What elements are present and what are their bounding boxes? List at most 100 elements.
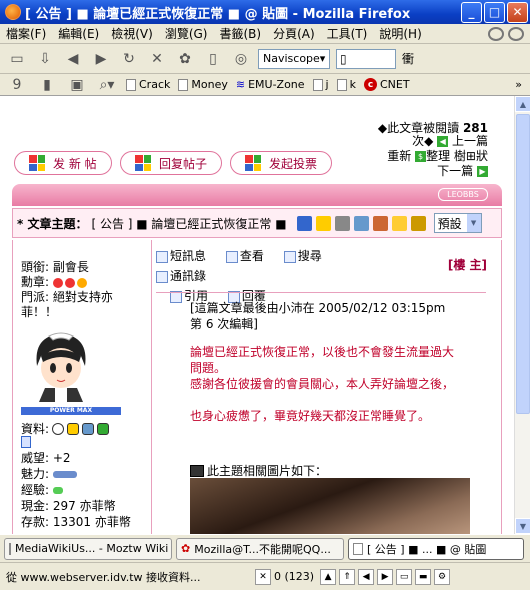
view-profile-button[interactable]: 查看: [225, 249, 272, 263]
image-intro: 此主題相關圖片如下：: [190, 462, 327, 479]
tab-mozilla[interactable]: ✿ Mozilla@T...不能開呢QQ...: [176, 537, 344, 560]
favorite-star-icon[interactable]: [391, 215, 407, 231]
bookmarks-overflow[interactable]: »: [515, 78, 530, 91]
vertical-scrollbar[interactable]: ▲ ▼: [514, 96, 530, 534]
scroll-up-icon[interactable]: ▲: [320, 568, 337, 585]
close-button[interactable]: ✕: [507, 1, 528, 23]
bookmark-k[interactable]: k: [336, 78, 356, 91]
attached-photo[interactable]: [190, 478, 470, 534]
title-bar: [ 公告 ] ■ 論壇已經正式恢復正常 ■ @ 貼圖 - Mozilla Fir…: [0, 0, 530, 24]
bookmark-crack[interactable]: Crack: [126, 78, 170, 91]
user-stats: 威望: +2 魅力: 經驗: 現金: 297 亦菲幣 存款: 13301 亦菲幣: [21, 450, 131, 530]
page-icon: [9, 542, 11, 555]
new-poll-button[interactable]: 发起投票: [230, 151, 333, 175]
menu-help[interactable]: 說明(H): [373, 25, 427, 42]
save-icon[interactable]: [296, 215, 312, 231]
menu-view[interactable]: 檢視(V): [105, 25, 159, 42]
minimize-button[interactable]: _: [461, 1, 482, 23]
bookmark-icon[interactable]: ▯: [202, 49, 224, 69]
tree-icon: ⊞: [465, 149, 476, 163]
search-button[interactable]: 搜尋: [283, 249, 330, 263]
send-icon[interactable]: [372, 215, 388, 231]
prev-arrow-icon: ◀: [437, 136, 449, 147]
scroll-top-icon[interactable]: ⇑: [339, 568, 356, 585]
folder-icon[interactable]: ▬: [415, 568, 432, 585]
reload-icon[interactable]: ↻: [118, 49, 140, 69]
bookmark-page-icon[interactable]: ▮: [36, 75, 58, 95]
next-topic-link[interactable]: 下一篇: [437, 164, 473, 178]
menu-go[interactable]: 瀏覽(G): [159, 25, 214, 42]
topic-navigation: 次◆ ◀ 上一篇 重新 $ 整理 樹⊞狀 下一篇 ▶: [387, 134, 488, 178]
profile-icon[interactable]: [52, 422, 65, 435]
book-icon[interactable]: [353, 215, 369, 231]
scroll-down-icon[interactable]: ▼: [515, 518, 530, 534]
refresh-link[interactable]: 重新: [387, 149, 411, 163]
go-button[interactable]: 衝: [402, 50, 414, 67]
shape-link[interactable]: 狀: [476, 149, 488, 163]
block-icon[interactable]: ✕: [255, 568, 271, 585]
page-icon: [353, 542, 363, 555]
page-icon: [178, 78, 189, 91]
navigation-toolbar: ▭ ⇩ ◀ ▶ ↻ ✕ ✿ ▯ ◎ Naviscope ▾ ▯ 衝: [0, 44, 530, 74]
scroll-thumb[interactable]: [516, 114, 530, 414]
deposit: 存款: 13301 亦菲幣: [21, 515, 131, 529]
organize-link[interactable]: 整理: [426, 149, 450, 163]
menu-tools[interactable]: 工具(T): [321, 25, 374, 42]
search-input[interactable]: ▯: [336, 48, 396, 69]
extension-icon[interactable]: ✿: [174, 49, 196, 69]
menu-file[interactable]: 檔案(F): [0, 25, 52, 42]
back-icon[interactable]: ◀: [62, 49, 84, 69]
page-icon[interactable]: ▭: [6, 49, 28, 69]
post-line-1: 論壇已經正式恢復正常，以後也不會發生流量過大問題。: [190, 345, 455, 375]
print-icon[interactable]: [334, 215, 350, 231]
maximize-button[interactable]: □: [484, 1, 505, 23]
subject-text: [ 公告 ] ■ 論壇已經正式恢復正常 ■: [91, 216, 287, 231]
bookmark-money[interactable]: Money: [178, 78, 228, 91]
prev-topic-link[interactable]: 上一篇: [452, 134, 488, 148]
message-icon[interactable]: [67, 422, 80, 435]
edit-note: [這篇文章最後由小沛在 2005/02/12 03:15pm 第 6 次編輯]: [190, 301, 446, 331]
windows-icon: [29, 155, 45, 171]
stop-icon[interactable]: ✕: [146, 49, 168, 69]
short-message-button[interactable]: 短訊息: [156, 249, 214, 263]
friend-icon[interactable]: [97, 422, 110, 435]
nav-forward-icon[interactable]: ▶: [377, 568, 394, 585]
nav-back-icon[interactable]: ◀: [358, 568, 375, 585]
tree-link[interactable]: 樹: [454, 149, 466, 163]
search-engine-select[interactable]: Naviscope ▾: [258, 48, 330, 69]
folder-icon[interactable]: [410, 215, 426, 231]
g-icon[interactable]: 9: [6, 75, 28, 95]
bookmark-emu-zone[interactable]: ≋ EMU-Zone: [236, 78, 305, 91]
subject-label: * 文章主題：: [17, 216, 88, 231]
menu-tabs[interactable]: 分頁(A): [267, 25, 321, 42]
window-title: [ 公告 ] ■ 論壇已經正式恢復正常 ■ @ 貼圖 - Mozilla Fir…: [25, 6, 411, 22]
image-icon: [190, 464, 204, 477]
history-icon[interactable]: ◎: [230, 49, 252, 69]
tab-announcement[interactable]: [ 公告 ] ■ ... ■ @ 貼圖: [348, 537, 524, 560]
status-icon: [508, 26, 524, 41]
firefox-icon: [5, 4, 21, 20]
scroll-up-icon[interactable]: ▲: [515, 96, 530, 112]
page-icon[interactable]: ▭: [396, 568, 413, 585]
user-add-icon[interactable]: [315, 215, 331, 231]
exp-bar: [52, 487, 63, 494]
avatar: [23, 326, 99, 402]
bookmark-j[interactable]: j: [312, 78, 329, 91]
cnet-icon: c: [363, 78, 377, 91]
menu-bookmarks[interactable]: 書籤(B): [213, 25, 267, 42]
tab-mediawiki[interactable]: MediaWikiUs... - Moztw Wiki: [4, 537, 172, 560]
reply-post-button[interactable]: 回复帖子: [120, 151, 223, 175]
menu-edit[interactable]: 編輯(E): [52, 25, 105, 42]
view-mode-select[interactable]: 預設 ▼: [433, 213, 482, 233]
find-icon[interactable]: ⌕▾: [96, 75, 118, 95]
manage-icon[interactable]: ▣: [66, 75, 88, 95]
save-icon[interactable]: ⇩: [34, 49, 56, 69]
cash: 現金: 297 亦菲幣: [21, 499, 116, 513]
windows-icon: [135, 155, 151, 171]
bookmark-cnet[interactable]: c CNET: [363, 78, 410, 91]
address-book-button[interactable]: 通訊錄: [156, 269, 214, 283]
forward-icon[interactable]: ▶: [90, 49, 112, 69]
tools-icon[interactable]: ⚙: [434, 568, 451, 585]
status-icon: [21, 436, 31, 448]
new-post-button[interactable]: 发 新 帖: [14, 151, 112, 175]
